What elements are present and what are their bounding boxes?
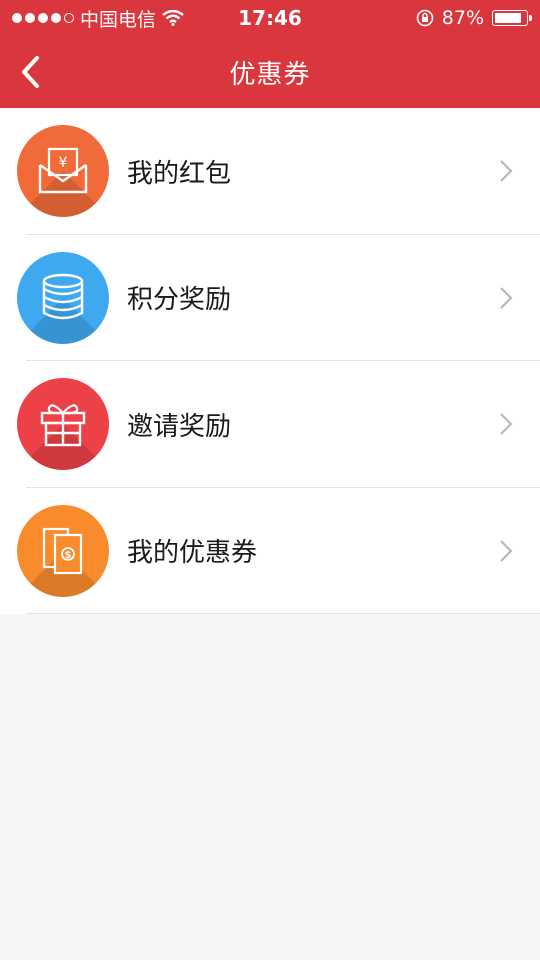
status-left: 中国电信 <box>12 5 184 32</box>
menu-item-invite-reward[interactable]: 邀请奖励 <box>0 361 540 488</box>
menu-item-label: 我的优惠券 <box>127 538 258 569</box>
battery-percent: 87% <box>441 7 484 29</box>
back-button[interactable] <box>8 48 52 96</box>
chevron-left-icon <box>22 56 39 88</box>
status-right: 87% <box>416 7 532 29</box>
chevron-right-icon <box>496 156 516 186</box>
coins-stack-icon <box>17 251 109 344</box>
coupon-icon: $ <box>17 504 109 597</box>
svg-text:$: $ <box>65 550 72 561</box>
gift-icon <box>17 378 109 471</box>
empty-content-area <box>0 614 540 960</box>
red-envelope-icon: ¥ <box>17 125 109 218</box>
navigation-bar: 优惠券 <box>0 36 540 108</box>
menu-item-label: 我的红包 <box>127 158 232 189</box>
menu-item-points-reward[interactable]: 积分奖励 <box>0 234 540 361</box>
menu-item-label: 邀请奖励 <box>127 411 232 442</box>
signal-strength-icon <box>12 13 74 23</box>
svg-text:¥: ¥ <box>59 155 68 171</box>
menu-item-label: 积分奖励 <box>127 285 232 316</box>
rotation-lock-icon <box>416 9 434 27</box>
chevron-right-icon <box>496 283 516 313</box>
menu-item-my-coupons[interactable]: $ 我的优惠券 <box>0 487 540 614</box>
carrier-name: 中国电信 <box>80 8 157 31</box>
battery-icon <box>492 10 532 26</box>
page-title: 优惠券 <box>229 59 311 90</box>
chevron-right-icon <box>496 409 516 439</box>
chevron-right-icon <box>496 536 516 566</box>
wifi-icon <box>162 10 184 26</box>
menu-list: ¥ 我的红包 积分奖励 邀请奖励 $ 我的优惠券 <box>0 108 540 614</box>
battery-level <box>495 13 522 23</box>
menu-item-red-envelope[interactable]: ¥ 我的红包 <box>0 108 540 235</box>
status-bar: 中国电信 17:46 87% <box>0 0 540 36</box>
